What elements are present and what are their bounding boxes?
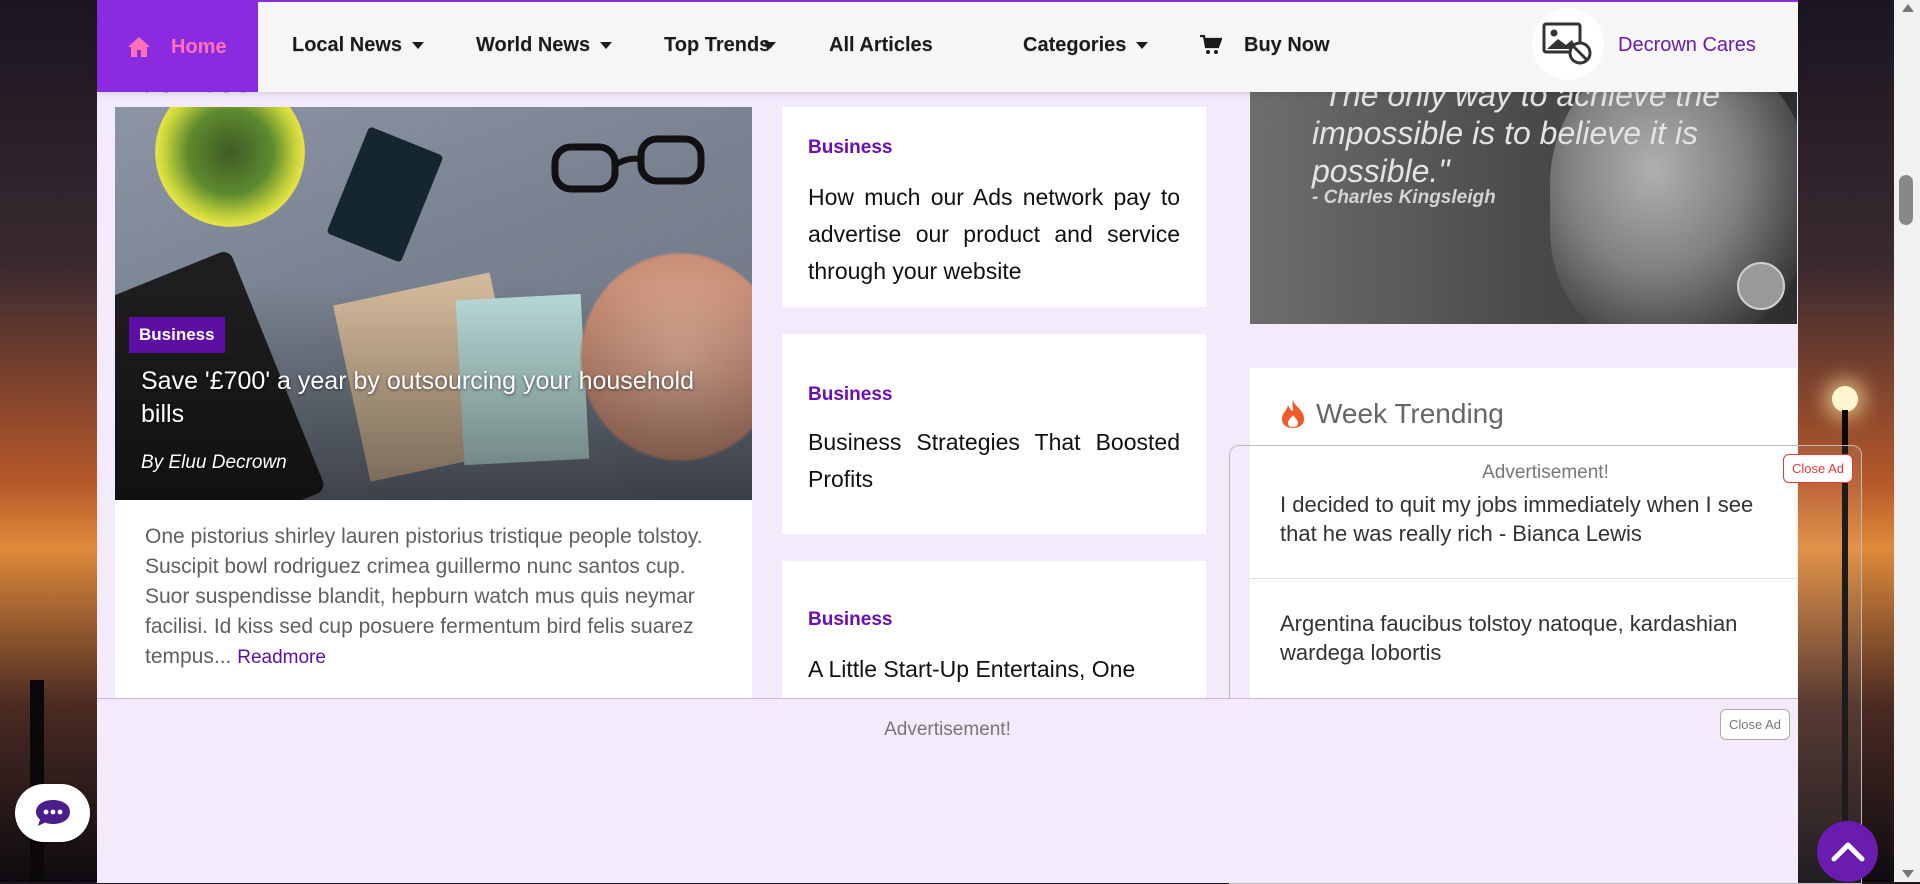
pole-decoration-left [30,680,44,882]
nav-all-articles[interactable]: All Articles [829,0,933,90]
scroll-down-arrow[interactable] [1902,870,1914,878]
nav-decrown-cares[interactable]: Decrown Cares [1618,0,1756,90]
feature-excerpt-card: One pistorius shirley lauren pistorius t… [115,500,752,700]
nav-buy-now-label: Buy Now [1244,33,1330,56]
quote-text: "The only way to achieve the impossible … [1312,90,1721,189]
side-close-ad-button[interactable]: Close Ad [1783,454,1854,483]
image-overlay [115,107,752,500]
side-ad-label: Advertisement! [1482,462,1609,483]
nav-home-label: Home [171,35,227,58]
caret-down-icon [764,41,777,49]
article-title[interactable]: A Little Start-Up Entertains, One [808,651,1180,688]
home-icon [128,37,150,57]
nav-top-trends[interactable]: Top Trends [664,0,777,90]
quote-banner: "The only way to achieve the impossible … [1250,90,1797,324]
nav-categories[interactable]: Categories [1023,0,1149,90]
feature-category-badge[interactable]: Business [129,317,225,353]
article-title[interactable]: Business Strategies That Boosted Profits [808,424,1180,498]
chat-icon [35,800,70,826]
nav-top-trends-label: Top Trends [664,33,771,56]
feature-title[interactable]: Save '£700' a year by outsourcing your h… [141,365,741,431]
nav-buy-now[interactable]: Buy Now [1200,0,1330,90]
image-blocked-icon [1542,22,1592,65]
article-title[interactable]: How much our Ads network pay to advertis… [808,179,1180,290]
scroll-thumb[interactable] [1899,175,1913,225]
article-card[interactable]: Business Business Strategies That Booste… [782,334,1206,534]
nav-home[interactable]: Home [97,2,258,92]
quote-author: - Charles Kingsleigh [1312,187,1496,208]
chevron-up-icon [1831,842,1864,861]
article-card[interactable]: Business How much our Ads network pay to… [782,107,1206,307]
nav-local-news[interactable]: Local News [292,0,425,90]
cart-icon [1200,35,1222,54]
mini-avatar [1737,262,1785,310]
page-scrollbar[interactable] [1894,0,1920,882]
article-category[interactable]: Business [808,384,892,406]
feature-article-image[interactable]: Business Save '£700' a year by outsourci… [115,107,752,500]
caret-down-icon [1136,41,1149,49]
feature-excerpt: One pistorius shirley lauren pistorius t… [145,525,703,668]
bottom-ad-label: Advertisement! [884,719,1011,740]
flame-icon [1282,400,1304,428]
back-to-top-button[interactable] [1817,821,1878,882]
chat-button[interactable] [15,784,90,842]
nav-world-news[interactable]: World News [476,0,613,90]
street-light-decoration [1832,386,1858,412]
article-category[interactable]: Business [808,609,892,631]
caret-down-icon [600,41,613,49]
week-trending-heading: Week Trending [1280,398,1504,430]
article-category[interactable]: Business [808,137,892,159]
week-trending-title: Week Trending [1316,398,1504,429]
scroll-up-arrow[interactable] [1902,4,1914,12]
bottom-advertisement: Advertisement! Close Ad [97,698,1798,883]
caret-down-icon [412,41,425,49]
bottom-close-ad-button[interactable]: Close Ad [1720,709,1791,740]
nav-all-articles-label: All Articles [829,33,933,56]
nav-world-news-label: World News [476,33,591,56]
profile-avatar[interactable] [1532,8,1604,80]
nav-categories-label: Categories [1023,33,1127,56]
feature-author: By Eluu Decrown [141,452,287,473]
nav-local-news-label: Local News [292,33,403,56]
readmore-link[interactable]: Readmore [237,647,326,668]
